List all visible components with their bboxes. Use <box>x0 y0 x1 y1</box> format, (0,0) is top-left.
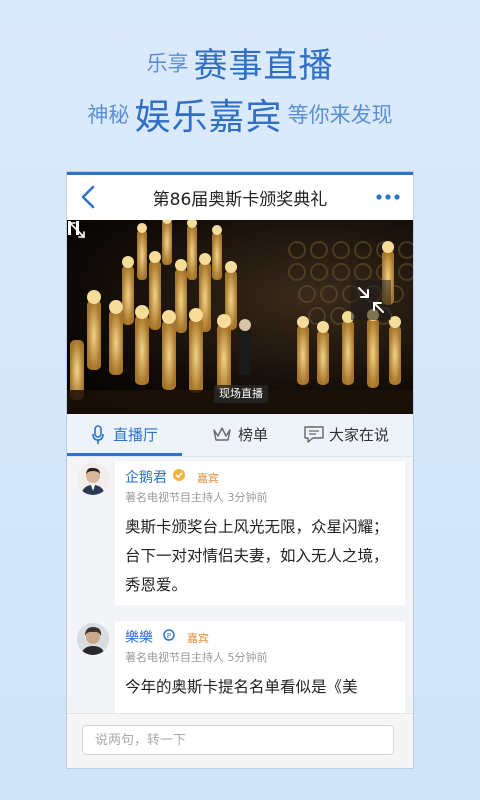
verified-badge-icon: P <box>163 629 175 641</box>
video-player[interactable]: 现场直播 <box>67 220 413 414</box>
tab-discussion[interactable]: 大家在说 <box>297 414 413 456</box>
fullscreen-icon[interactable] <box>67 220 87 240</box>
user-avatar-icon <box>77 463 109 495</box>
guest-badge: 嘉宾 <box>187 632 209 645</box>
verified-badge-icon <box>173 469 185 481</box>
list-item: 企鹅君 嘉宾 著名电视节目主持人 3分钟前 奥斯卡颁奖台上风光无限，众星闪耀；台… <box>115 461 405 605</box>
avatar[interactable] <box>77 463 109 495</box>
svg-text:P: P <box>167 632 171 640</box>
microphone-icon <box>92 425 104 444</box>
tab-live-hall[interactable]: 直播厅 <box>67 414 182 456</box>
live-badge: 现场直播 <box>214 385 268 403</box>
author-name[interactable]: 企鹅君 <box>125 467 167 487</box>
collapse-icon <box>358 287 384 313</box>
promo-small-text: 乐享 <box>146 51 189 76</box>
crown-icon <box>213 427 231 441</box>
exit-fullscreen-button[interactable] <box>351 280 391 320</box>
guest-badge: 嘉宾 <box>197 472 219 485</box>
tab-ranking[interactable]: 榜单 <box>182 414 297 456</box>
promo-big-text-2: 娱乐嘉宾 <box>134 97 283 138</box>
list-item: 樂樂 P 嘉宾 著名电视节目主持人 5分钟前 今年的奥斯卡提名名单看似是《美 <box>115 621 405 713</box>
tab-label-ranking: 榜单 <box>238 426 269 444</box>
page-title: 第86届奥斯卡颁奖典礼 <box>152 190 328 210</box>
author-meta: 著名电视节目主持人 5分钟前 <box>125 651 268 664</box>
promo-small-text-right: 等你来发现 <box>287 103 393 127</box>
chat-bubble-icon <box>304 426 324 443</box>
post-content: 今年的奥斯卡提名名单看似是《美 <box>125 678 358 696</box>
more-options-icon[interactable] <box>373 187 403 207</box>
tab-label-live-hall: 直播厅 <box>113 426 159 444</box>
live-feed[interactable]: 企鹅君 嘉宾 著名电视节目主持人 3分钟前 奥斯卡颁奖台上风光无限，众星闪耀；台… <box>67 457 413 713</box>
comment-input[interactable]: 说两句，转一下 <box>82 725 394 755</box>
promo-line-1: 乐享 赛事直播 <box>0 38 480 87</box>
post-content: 奥斯卡颁奖台上风光无限，众星闪耀；台下一对对情侣夫妻，如入无人之境，秀恩爱。 <box>125 518 389 594</box>
author-name[interactable]: 樂樂 <box>125 627 153 647</box>
comment-bar: 说两句，转一下 <box>67 713 413 768</box>
promo-line-2: 神秘 娱乐嘉宾 等你来发现 <box>0 88 480 140</box>
app-screen: 第86届奥斯卡颁奖典礼 现场直播 直播厅 榜单 大家在说 企鹅君 嘉宾 著名电视… <box>67 172 413 768</box>
back-arrow-icon[interactable] <box>77 183 101 211</box>
avatar[interactable] <box>77 623 109 655</box>
author-meta: 著名电视节目主持人 3分钟前 <box>125 491 268 504</box>
tab-bar: 直播厅 榜单 大家在说 <box>67 414 413 457</box>
promo-small-text-left: 神秘 <box>87 103 130 127</box>
user-avatar-icon <box>77 623 109 655</box>
promo-big-text: 赛事直播 <box>193 46 334 86</box>
nav-bar: 第86届奥斯卡颁奖典礼 <box>67 175 413 220</box>
active-tab-indicator <box>67 453 182 456</box>
tab-label-discussion: 大家在说 <box>329 426 390 444</box>
